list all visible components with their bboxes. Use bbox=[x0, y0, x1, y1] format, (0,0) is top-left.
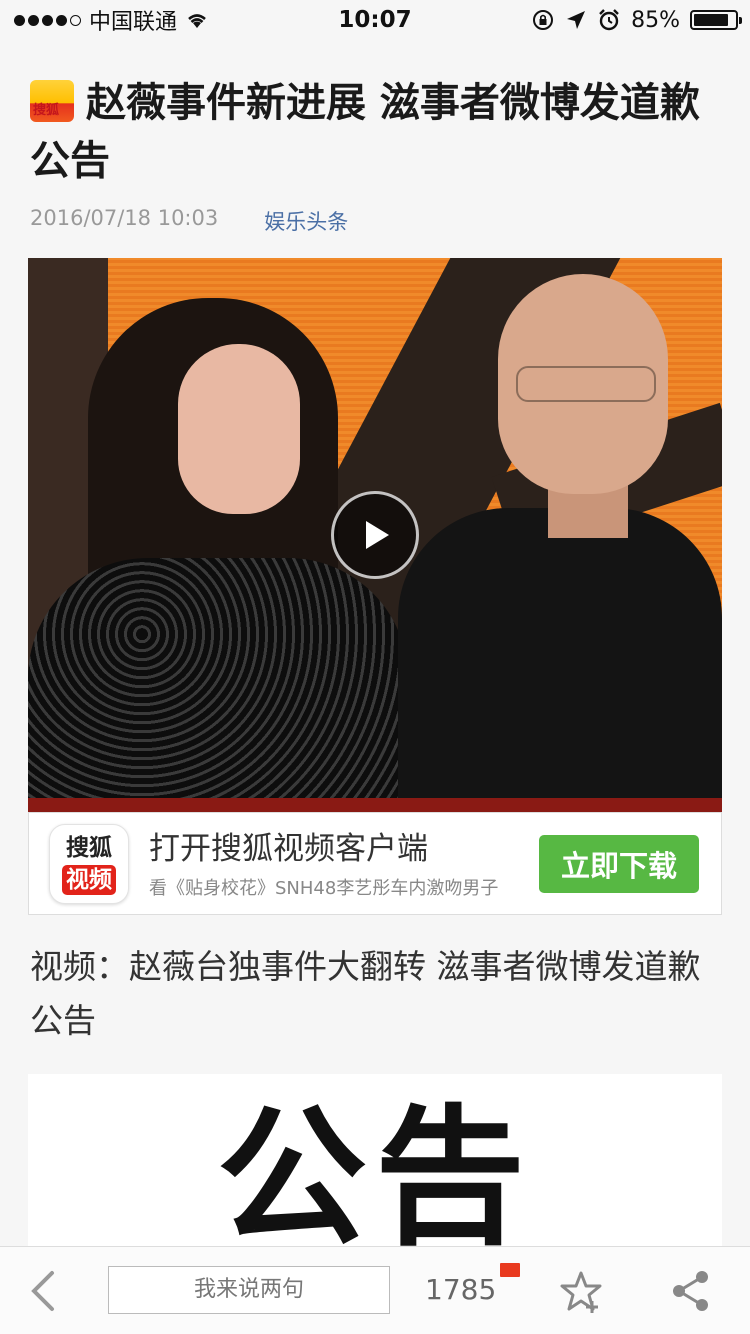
status-left: 中国联通 bbox=[14, 4, 209, 36]
signal-icon bbox=[14, 14, 81, 26]
status-bar: 中国联通 10:07 85% bbox=[0, 0, 750, 40]
app-banner-text: 打开搜狐视频客户端 看《贴身校花》SNH48李艺彤车内激吻男子 bbox=[149, 828, 539, 900]
back-icon[interactable] bbox=[26, 1269, 62, 1313]
sohu-logo-icon: 搜狐 bbox=[30, 80, 74, 122]
play-button[interactable] bbox=[331, 491, 419, 579]
app-banner-subtitle: 看《贴身校花》SNH48李艺彤车内激吻男子 bbox=[149, 877, 499, 899]
app-icon-top-text: 搜狐 bbox=[66, 834, 112, 861]
comment-count-flag-icon bbox=[500, 1263, 520, 1277]
battery-icon bbox=[690, 10, 742, 30]
article-source-link[interactable]: 娱乐头条 bbox=[264, 206, 348, 236]
comment-input[interactable]: 我来说两句 bbox=[108, 1266, 390, 1314]
share-icon[interactable] bbox=[670, 1269, 712, 1313]
video-person-man bbox=[398, 508, 722, 812]
rotation-lock-icon bbox=[533, 10, 554, 30]
comment-count[interactable]: 1785 bbox=[425, 1273, 496, 1306]
play-icon bbox=[366, 521, 389, 549]
location-icon bbox=[567, 11, 586, 29]
sohu-video-app-icon: 搜狐 视频 bbox=[49, 823, 129, 904]
app-banner-title: 打开搜狐视频客户端 bbox=[149, 830, 428, 867]
battery-fill bbox=[694, 14, 728, 26]
article-date: 2016/07/18 10:03 bbox=[30, 206, 219, 230]
status-right: 85% bbox=[531, 7, 742, 33]
article-meta: 2016/07/18 10:03 娱乐头条 bbox=[30, 206, 348, 236]
video-caption: 视频：赵薇台独事件大翻转 滋事者微博发道歉公告 bbox=[30, 947, 701, 1040]
article-title-text: 赵薇事件新进展 滋事者微博发道歉公告 bbox=[30, 80, 700, 184]
favorite-star-icon[interactable] bbox=[558, 1269, 604, 1315]
notice-image: 公告 bbox=[28, 1074, 722, 1274]
carrier-label: 中国联通 bbox=[89, 10, 178, 35]
app-icon-bottom-text: 视频 bbox=[62, 864, 116, 895]
battery-percent: 85% bbox=[631, 7, 680, 33]
download-button[interactable]: 立即下载 bbox=[539, 834, 699, 893]
app-download-banner[interactable]: 搜狐 视频 打开搜狐视频客户端 看《贴身校花》SNH48李艺彤车内激吻男子 立即… bbox=[28, 812, 722, 915]
alarm-icon bbox=[599, 9, 619, 31]
article-title: 搜狐 赵薇事件新进展 滋事者微博发道歉公告 bbox=[30, 74, 726, 190]
wifi-icon bbox=[188, 14, 206, 28]
video-player[interactable] bbox=[28, 258, 722, 812]
sohu-logo-text: 搜狐 bbox=[33, 103, 60, 118]
bottom-toolbar: 我来说两句 1785 bbox=[0, 1246, 750, 1334]
notice-image-text: 公告 bbox=[216, 1092, 533, 1266]
